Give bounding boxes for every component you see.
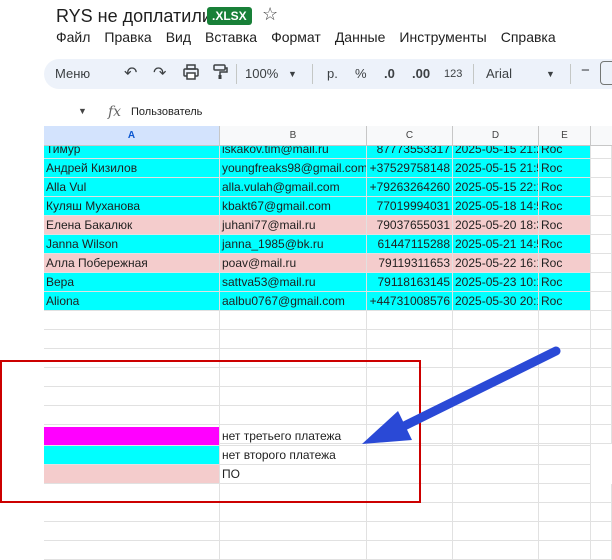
column-header-f[interactable] <box>591 126 612 146</box>
annotation-arrow-icon <box>362 346 561 444</box>
column-header-b[interactable]: B <box>220 126 367 146</box>
column-header-bar: A B C D E <box>44 126 612 146</box>
formula-bar <box>0 89 612 126</box>
column-header-c[interactable]: C <box>367 126 453 146</box>
name-box-caret-icon[interactable]: ▼ <box>78 106 87 116</box>
column-header-e[interactable]: E <box>539 126 591 146</box>
column-header-a[interactable]: A <box>44 126 220 146</box>
fx-icon: fx <box>108 104 122 120</box>
formula-input[interactable]: Пользователь <box>131 106 202 118</box>
column-header-d[interactable]: D <box>453 126 539 146</box>
